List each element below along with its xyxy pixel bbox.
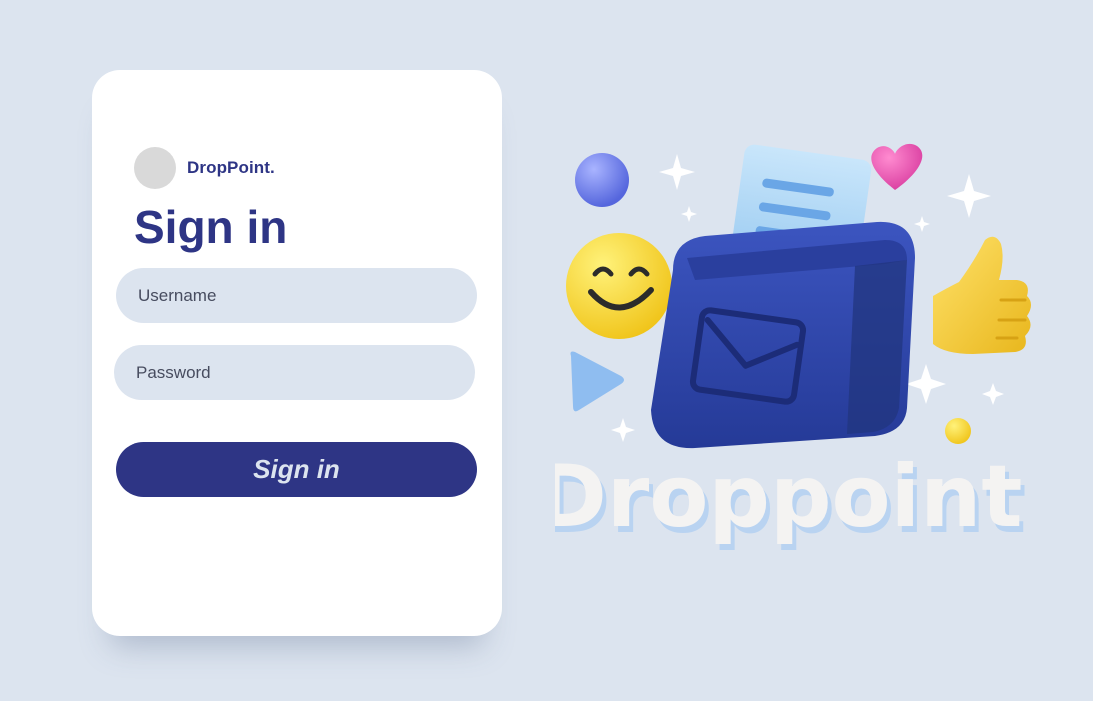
gold-ball-icon [945, 418, 971, 444]
mailbox-illustration: Droppoint Droppoint [555, 143, 1031, 553]
illustration-wordmark: Droppoint Droppoint [555, 447, 1026, 553]
logo-placeholder [134, 147, 176, 189]
username-input[interactable] [116, 268, 477, 323]
svg-text:Droppoint: Droppoint [555, 447, 1022, 547]
sphere-icon [575, 153, 629, 207]
heart-icon [871, 143, 923, 190]
sign-in-button[interactable]: Sign in [116, 442, 477, 497]
play-triangle-icon [570, 351, 624, 412]
smiley-icon [566, 233, 672, 339]
page-title: Sign in [134, 201, 288, 253]
thumbs-up-icon [933, 236, 1031, 354]
mailbox-icon [651, 144, 915, 449]
login-card: DropPoint. Sign in Sign in [92, 70, 502, 636]
brand: DropPoint. [134, 147, 275, 189]
brand-name: DropPoint. [187, 158, 275, 177]
password-input[interactable] [114, 345, 475, 400]
